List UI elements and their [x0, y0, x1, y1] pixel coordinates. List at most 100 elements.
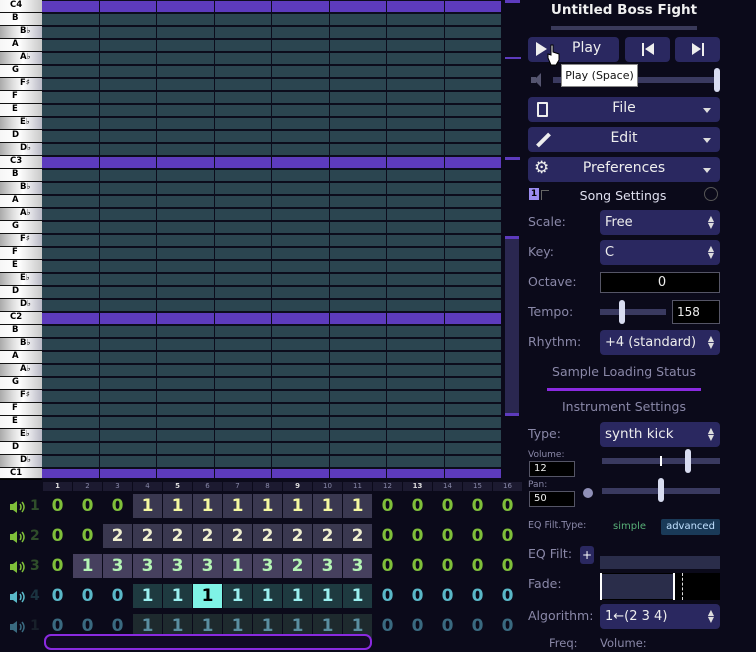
note-cell[interactable]	[445, 417, 501, 428]
note-cell[interactable]	[330, 209, 386, 220]
note-cell[interactable]	[330, 417, 386, 428]
piano-key[interactable]: F	[0, 247, 42, 260]
pattern-cell[interactable]: 0	[373, 494, 402, 518]
note-cell[interactable]	[215, 274, 271, 285]
note-cell[interactable]	[157, 365, 214, 376]
piano-key[interactable]: E	[0, 260, 42, 273]
note-cell[interactable]	[272, 456, 329, 467]
octave-row-cell[interactable]	[387, 469, 444, 478]
note-cell[interactable]	[272, 235, 329, 246]
pattern-cell[interactable]: 2	[133, 524, 162, 548]
pattern-cell[interactable]: 0	[73, 524, 102, 548]
note-cell[interactable]	[272, 209, 329, 220]
piano-key[interactable]: C3	[0, 156, 42, 169]
note-cell[interactable]	[272, 417, 329, 428]
pattern-cell[interactable]: 1	[223, 494, 252, 518]
crosshair-icon[interactable]	[704, 187, 718, 201]
note-cell[interactable]	[330, 365, 386, 376]
pattern-cell[interactable]: 0	[403, 494, 432, 518]
note-cell[interactable]	[100, 274, 156, 285]
note-cell[interactable]	[330, 352, 386, 363]
pattern-cell[interactable]: 0	[103, 584, 132, 608]
note-cell[interactable]	[100, 170, 156, 181]
note-cell[interactable]	[215, 235, 271, 246]
note-cell[interactable]	[272, 27, 329, 38]
note-cell[interactable]	[445, 248, 501, 259]
note-cell[interactable]	[42, 40, 99, 51]
note-cell[interactable]	[42, 183, 99, 194]
note-cell[interactable]	[445, 352, 501, 363]
note-cell[interactable]	[445, 339, 501, 350]
previous-bar-button[interactable]	[625, 37, 670, 62]
note-cell[interactable]	[42, 144, 99, 155]
note-cell[interactable]	[387, 131, 444, 142]
note-cell[interactable]	[445, 92, 501, 103]
octave-row-cell[interactable]	[157, 313, 214, 324]
pattern-cell[interactable]: 0	[373, 554, 402, 578]
note-cell[interactable]	[387, 118, 444, 129]
note-cell[interactable]	[445, 196, 501, 207]
note-cell[interactable]	[157, 248, 214, 259]
octave-row-cell[interactable]	[157, 1, 214, 12]
eq-filter-display[interactable]	[600, 556, 720, 569]
octave-row-cell[interactable]	[330, 313, 386, 324]
piano-key[interactable]: E	[0, 104, 42, 117]
note-cell[interactable]	[272, 404, 329, 415]
note-cell[interactable]	[42, 27, 99, 38]
note-cell[interactable]	[215, 404, 271, 415]
speaker-icon[interactable]	[9, 559, 27, 573]
note-cell[interactable]	[100, 339, 156, 350]
note-cell[interactable]	[42, 248, 99, 259]
note-cell[interactable]	[330, 183, 386, 194]
note-cell[interactable]	[272, 222, 329, 233]
note-cell[interactable]	[272, 40, 329, 51]
note-cell[interactable]	[157, 222, 214, 233]
note-cell[interactable]	[387, 27, 444, 38]
note-cell[interactable]	[100, 404, 156, 415]
note-cell[interactable]	[215, 196, 271, 207]
note-cell[interactable]	[215, 144, 271, 155]
piano-key[interactable]: E♭	[0, 429, 42, 442]
note-cell[interactable]	[42, 352, 99, 363]
pan-knob[interactable]	[658, 478, 664, 502]
note-cell[interactable]	[42, 53, 99, 64]
note-cell[interactable]	[215, 40, 271, 51]
note-cell[interactable]	[215, 14, 271, 25]
note-cell[interactable]	[445, 274, 501, 285]
piano-key[interactable]: E	[0, 416, 42, 429]
note-cell[interactable]	[100, 79, 156, 90]
note-cell[interactable]	[100, 235, 156, 246]
bar-number[interactable]: 5	[163, 482, 192, 491]
note-cell[interactable]	[215, 53, 271, 64]
pattern-cell[interactable]: 3	[133, 554, 162, 578]
note-cell[interactable]	[157, 235, 214, 246]
note-cell[interactable]	[42, 222, 99, 233]
note-cell[interactable]	[330, 14, 386, 25]
octave-row-cell[interactable]	[272, 469, 329, 478]
piano-key[interactable]: B♭	[0, 338, 42, 351]
volume-input[interactable]: 12	[529, 461, 575, 477]
pattern-cell[interactable]: 2	[193, 524, 222, 548]
note-cell[interactable]	[42, 456, 99, 467]
note-cell[interactable]	[330, 27, 386, 38]
pattern-cell[interactable]: 0	[433, 614, 462, 638]
pattern-cell[interactable]: 0	[493, 524, 522, 548]
octave-row-cell[interactable]	[215, 313, 271, 324]
tempo-input[interactable]: 158	[672, 300, 720, 324]
note-cell[interactable]	[445, 183, 501, 194]
pattern-cell[interactable]: 0	[463, 494, 492, 518]
note-cell[interactable]	[445, 261, 501, 272]
piano-key[interactable]: G	[0, 221, 42, 234]
note-cell[interactable]	[272, 196, 329, 207]
bar-number[interactable]: 1	[43, 482, 72, 491]
note-cell[interactable]	[330, 378, 386, 389]
bar-number[interactable]: 12	[373, 482, 402, 491]
note-cell[interactable]	[100, 131, 156, 142]
note-cell[interactable]	[445, 209, 501, 220]
note-cell[interactable]	[100, 209, 156, 220]
pattern-cell[interactable]: 0	[463, 614, 492, 638]
note-cell[interactable]	[387, 222, 444, 233]
piano-key[interactable]: B♭	[0, 182, 42, 195]
note-cell[interactable]	[100, 66, 156, 77]
note-cell[interactable]	[330, 53, 386, 64]
